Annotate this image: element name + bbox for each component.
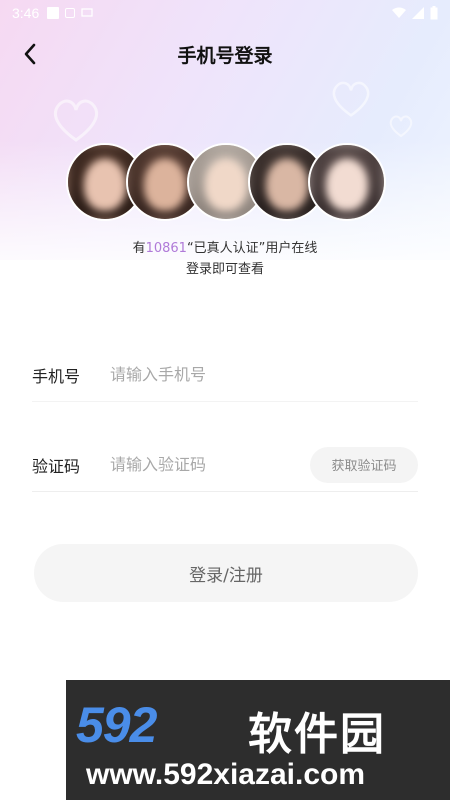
online-count: 10861 xyxy=(145,241,187,256)
online-users-text: 有10861“已真人认证”用户在线 登录即可查看 xyxy=(0,238,450,280)
get-code-button[interactable]: 获取验证码 xyxy=(310,446,418,483)
heart-decoration-icon xyxy=(389,115,413,138)
app-notification-icon xyxy=(65,8,76,18)
chevron-left-icon xyxy=(24,43,36,65)
code-label: 验证码 xyxy=(32,456,81,476)
status-time: 3:46 xyxy=(12,5,40,21)
online-user-avatars xyxy=(0,143,450,223)
battery-icon xyxy=(430,6,438,20)
heart-decoration-icon xyxy=(53,99,99,142)
status-system-icons xyxy=(392,6,438,20)
online-prefix: 有 xyxy=(132,241,146,256)
code-field-row: 验证码 获取验证码 xyxy=(32,438,418,492)
site-watermark: 592 软件园 www.592xiazai.com xyxy=(66,680,450,800)
message-icon xyxy=(81,8,93,17)
phone-field-row: 手机号 xyxy=(32,348,418,402)
phone-input[interactable] xyxy=(110,365,418,384)
status-notification-icons xyxy=(47,7,93,19)
watermark-logo-text: 软件园 xyxy=(248,709,386,760)
avatar xyxy=(308,143,386,221)
notification-icon xyxy=(47,7,60,19)
signal-icon xyxy=(412,7,424,19)
page-title: 手机号登录 xyxy=(177,44,273,67)
navigation-bar: 手机号登录 xyxy=(0,30,450,78)
watermark-logo-number: 592 xyxy=(76,697,157,753)
heart-decoration-icon xyxy=(332,81,370,117)
login-to-view-text: 登录即可查看 xyxy=(185,262,264,277)
back-button[interactable] xyxy=(14,38,46,70)
code-input[interactable] xyxy=(110,455,310,474)
login-register-button[interactable]: 登录/注册 xyxy=(34,544,418,602)
phone-label: 手机号 xyxy=(32,366,81,386)
status-bar: 3:46 xyxy=(0,0,450,26)
wifi-icon xyxy=(392,7,406,18)
online-suffix: “已真人认证”用户在线 xyxy=(186,241,318,256)
online-users-line: 有10861“已真人认证”用户在线 xyxy=(0,238,450,259)
watermark-url: www.592xiazai.com xyxy=(86,758,366,791)
